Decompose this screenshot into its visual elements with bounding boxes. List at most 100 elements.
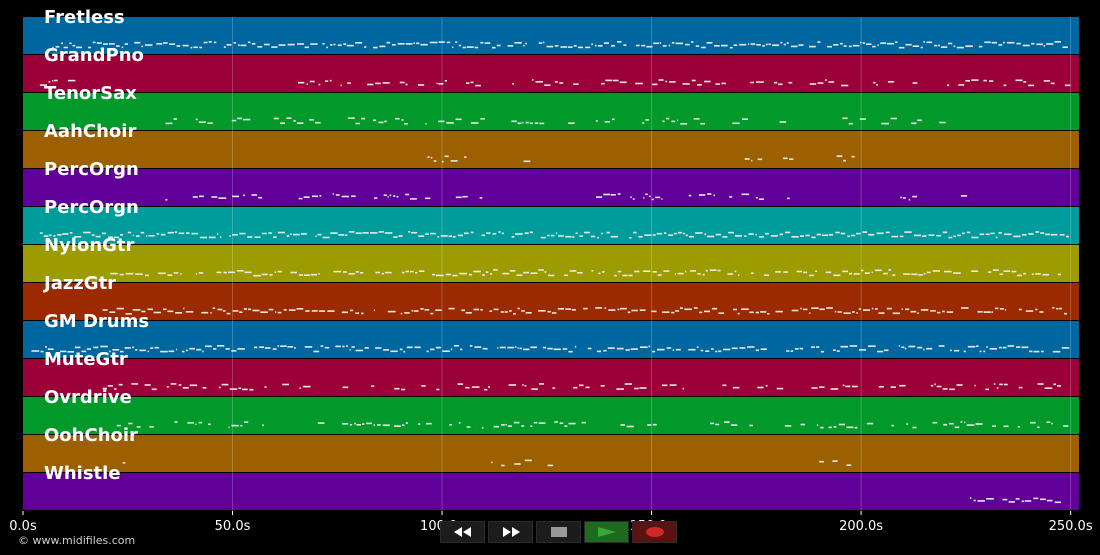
note xyxy=(147,350,150,353)
note xyxy=(1003,383,1008,386)
note xyxy=(346,44,354,47)
note xyxy=(355,232,362,234)
note xyxy=(226,312,231,315)
note xyxy=(834,310,837,313)
note xyxy=(770,235,778,237)
stop-button[interactable] xyxy=(536,521,581,543)
note xyxy=(695,232,703,234)
track-lane[interactable] xyxy=(23,169,1079,206)
note xyxy=(525,42,527,45)
note xyxy=(616,347,624,350)
note xyxy=(966,424,975,426)
note xyxy=(513,421,520,424)
note xyxy=(713,194,715,197)
note xyxy=(191,232,199,235)
track-lane[interactable] xyxy=(23,245,1079,282)
note xyxy=(1025,310,1034,312)
track-lane[interactable] xyxy=(23,283,1079,320)
note xyxy=(139,349,146,352)
note xyxy=(1043,80,1050,82)
note xyxy=(617,193,621,195)
note xyxy=(405,83,408,86)
note xyxy=(481,427,484,429)
note xyxy=(290,233,292,235)
note xyxy=(343,271,347,273)
note xyxy=(524,232,529,234)
note xyxy=(232,195,239,198)
note xyxy=(627,311,631,314)
track-lane[interactable] xyxy=(23,473,1079,510)
note xyxy=(239,311,243,313)
track-lane[interactable] xyxy=(23,93,1079,130)
note xyxy=(315,235,317,237)
note xyxy=(521,425,525,427)
note xyxy=(392,44,396,46)
track-lane[interactable] xyxy=(23,321,1079,358)
note xyxy=(274,271,276,273)
note xyxy=(940,46,948,48)
note xyxy=(608,309,616,311)
note xyxy=(165,122,173,125)
note xyxy=(1003,425,1009,428)
note xyxy=(575,232,578,235)
note xyxy=(338,234,345,236)
note xyxy=(515,233,523,235)
note xyxy=(351,346,355,348)
note xyxy=(904,231,912,233)
note xyxy=(253,274,261,277)
note xyxy=(533,421,538,424)
note xyxy=(430,312,434,315)
note xyxy=(329,79,332,82)
note xyxy=(341,311,348,314)
note xyxy=(189,384,198,387)
track-lane[interactable] xyxy=(23,17,1079,54)
track-lane[interactable] xyxy=(23,359,1079,396)
note xyxy=(247,308,252,311)
note xyxy=(418,84,425,86)
track-lane[interactable] xyxy=(23,131,1079,168)
transport-controls xyxy=(440,521,677,543)
track-lane[interactable] xyxy=(23,397,1079,434)
note xyxy=(616,388,624,390)
note xyxy=(917,312,919,314)
note xyxy=(939,121,946,124)
note xyxy=(1033,350,1040,353)
note xyxy=(903,197,906,199)
track-lane[interactable] xyxy=(23,55,1079,92)
note xyxy=(299,387,301,389)
note xyxy=(898,345,900,347)
track-name: PercOrgn xyxy=(44,159,139,180)
note xyxy=(244,421,249,423)
record-button[interactable] xyxy=(632,521,677,543)
note xyxy=(354,422,356,425)
note xyxy=(714,45,720,47)
track-lane[interactable] xyxy=(23,207,1079,244)
note xyxy=(402,424,405,426)
note xyxy=(685,234,688,237)
note xyxy=(562,348,568,350)
track-lane[interactable] xyxy=(23,435,1079,472)
note xyxy=(405,193,410,196)
piano-roll[interactable]: Fretless GrandPno TenorSax AahChoir PercOrgn… xyxy=(0,0,1100,555)
note xyxy=(268,232,272,234)
note xyxy=(574,345,577,348)
note xyxy=(565,308,571,310)
note xyxy=(195,423,197,426)
note xyxy=(775,310,783,313)
note xyxy=(899,384,906,387)
play-button[interactable] xyxy=(584,521,629,543)
rewind-button[interactable] xyxy=(440,521,485,543)
note xyxy=(871,271,873,274)
note xyxy=(873,81,876,84)
note xyxy=(459,272,467,275)
note xyxy=(371,385,375,387)
note xyxy=(876,232,884,235)
note xyxy=(1050,82,1055,85)
note xyxy=(595,44,597,47)
note xyxy=(400,312,403,315)
note xyxy=(975,423,983,425)
note xyxy=(450,348,453,351)
note xyxy=(930,310,936,312)
note xyxy=(512,83,514,85)
fast-forward-button[interactable] xyxy=(488,521,533,543)
